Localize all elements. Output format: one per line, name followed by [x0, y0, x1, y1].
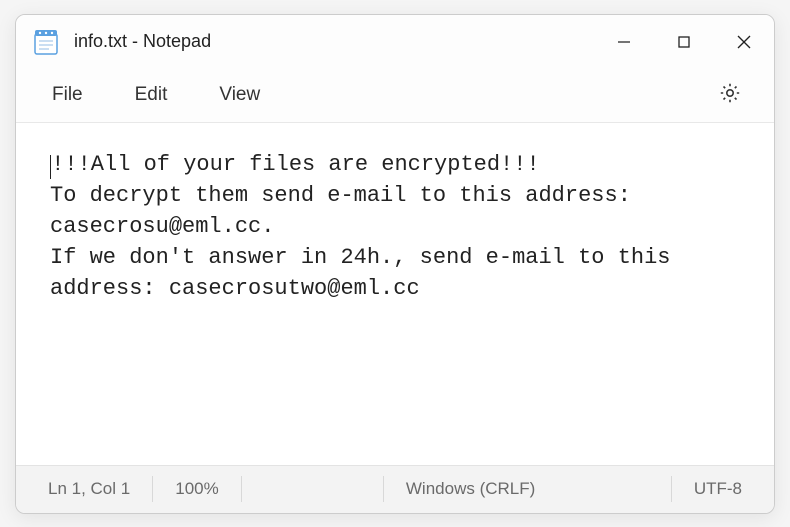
menubar: File Edit View: [16, 69, 774, 123]
settings-button[interactable]: [708, 73, 752, 117]
close-button[interactable]: [714, 15, 774, 69]
menu-edit[interactable]: Edit: [109, 76, 194, 114]
status-empty: [242, 476, 384, 502]
status-encoding[interactable]: UTF-8: [672, 476, 764, 502]
statusbar: Ln 1, Col 1 100% Windows (CRLF) UTF-8: [16, 465, 774, 513]
status-line-ending[interactable]: Windows (CRLF): [384, 476, 672, 502]
gear-icon: [718, 81, 742, 110]
titlebar: info.txt - Notepad: [16, 15, 774, 69]
text-editor[interactable]: !!!All of your files are encrypted!!! To…: [16, 123, 774, 465]
minimize-button[interactable]: [594, 15, 654, 69]
notepad-app-icon: [32, 28, 60, 56]
window-controls: [594, 15, 774, 69]
editor-content: !!!All of your files are encrypted!!! To…: [50, 152, 684, 302]
status-cursor-position[interactable]: Ln 1, Col 1: [26, 476, 153, 502]
menu-view[interactable]: View: [193, 76, 286, 114]
maximize-button[interactable]: [654, 15, 714, 69]
text-caret: [50, 155, 51, 179]
status-zoom[interactable]: 100%: [153, 476, 241, 502]
menu-file[interactable]: File: [26, 76, 109, 114]
notepad-window: info.txt - Notepad File Edit View: [15, 14, 775, 514]
window-title: info.txt - Notepad: [74, 31, 594, 52]
